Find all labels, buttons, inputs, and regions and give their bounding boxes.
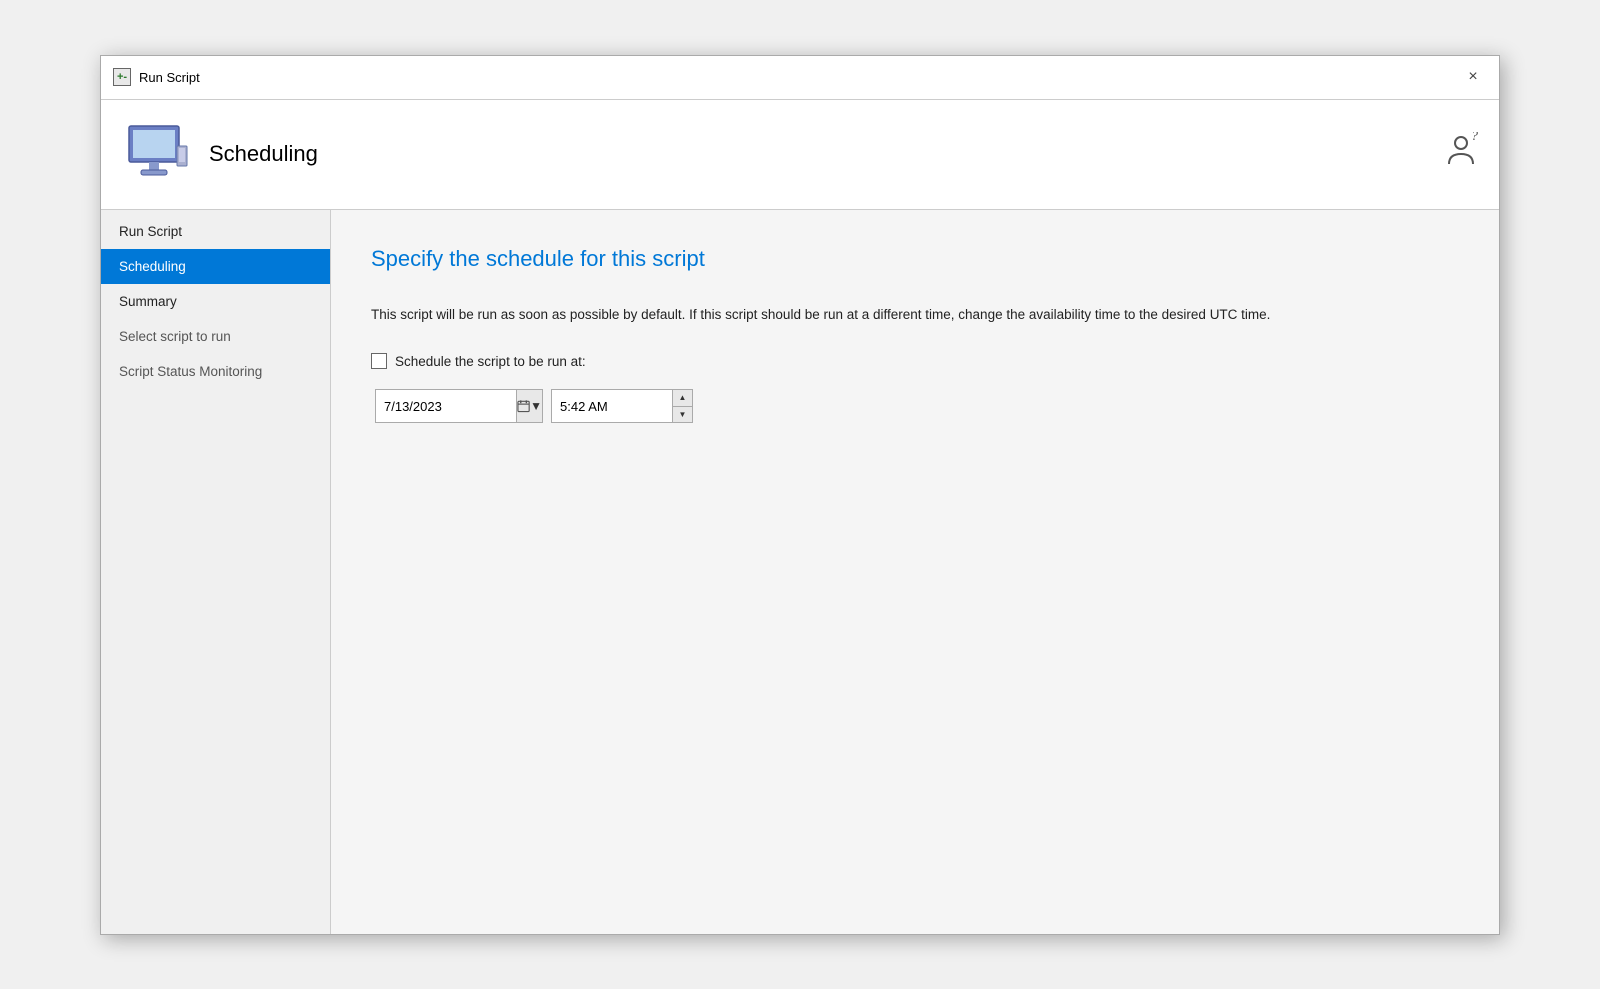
- calendar-icon: [517, 399, 530, 413]
- main-panel: Specify the schedule for this script Thi…: [331, 210, 1499, 934]
- sidebar: Run Script Scheduling Summary Select scr…: [101, 210, 331, 934]
- time-input[interactable]: [552, 390, 672, 422]
- sidebar-item-run-script[interactable]: Run Script: [101, 214, 330, 249]
- user-help-icon: ?: [1443, 132, 1479, 168]
- schedule-checkbox-label: Schedule the script to be run at:: [395, 354, 586, 369]
- sidebar-item-scheduling[interactable]: Scheduling: [101, 249, 330, 284]
- date-input[interactable]: [376, 390, 516, 422]
- calendar-button[interactable]: ▼: [516, 390, 542, 422]
- close-button[interactable]: ×: [1459, 63, 1487, 91]
- date-input-wrapper: ▼: [375, 389, 543, 423]
- title-bar-left: +- Run Script: [113, 68, 200, 86]
- dialog-icon: +-: [113, 68, 131, 86]
- sidebar-item-summary[interactable]: Summary: [101, 284, 330, 319]
- run-script-dialog: +- Run Script × Scheduling: [100, 55, 1500, 935]
- panel-heading: Specify the schedule for this script: [371, 246, 1459, 272]
- help-icon[interactable]: ?: [1443, 132, 1479, 176]
- time-decrement-button[interactable]: ▼: [673, 407, 692, 423]
- description-text: This script will be run as soon as possi…: [371, 304, 1271, 326]
- time-input-wrapper: ▲ ▼: [551, 389, 693, 423]
- schedule-checkbox-row: Schedule the script to be run at:: [371, 353, 1459, 369]
- dialog-header: Scheduling ?: [101, 100, 1499, 210]
- date-time-row: ▼ ▲ ▼: [375, 389, 1459, 423]
- time-spinner: ▲ ▼: [672, 390, 692, 422]
- svg-text:?: ?: [1471, 132, 1478, 144]
- sidebar-item-script-status[interactable]: Script Status Monitoring: [101, 354, 330, 389]
- dialog-body: Run Script Scheduling Summary Select scr…: [101, 210, 1499, 934]
- schedule-checkbox[interactable]: [371, 353, 387, 369]
- dialog-title: Run Script: [139, 70, 200, 85]
- computer-icon: [121, 118, 193, 190]
- time-increment-button[interactable]: ▲: [673, 390, 692, 407]
- header-left: Scheduling: [121, 118, 318, 190]
- header-title: Scheduling: [209, 141, 318, 167]
- title-bar: +- Run Script ×: [101, 56, 1499, 100]
- sidebar-item-select-script[interactable]: Select script to run: [101, 319, 330, 354]
- schedule-checkbox-container: Schedule the script to be run at:: [371, 353, 586, 369]
